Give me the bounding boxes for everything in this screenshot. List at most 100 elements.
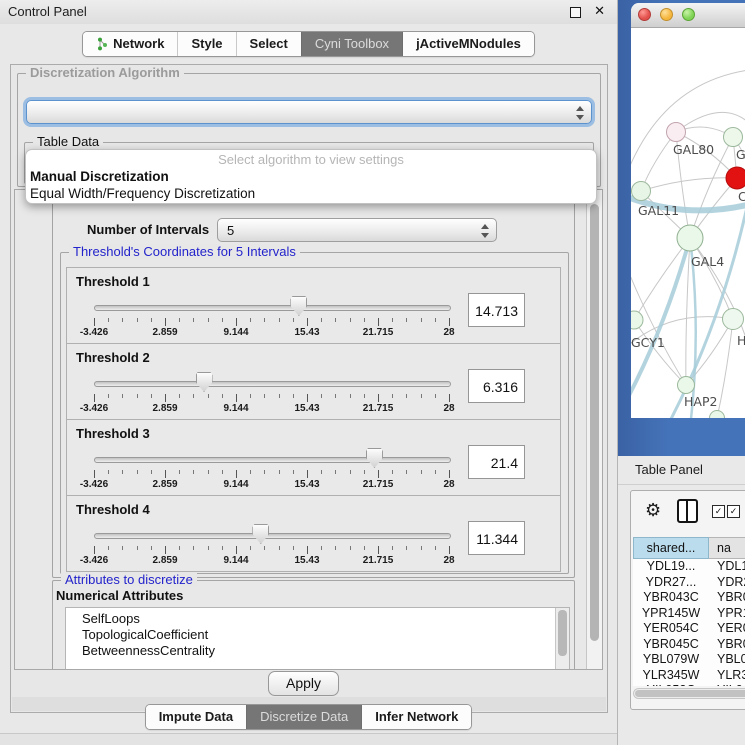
column-header-shared[interactable]: shared... (633, 537, 709, 559)
tab-network[interactable]: Network (83, 32, 177, 56)
threshold-value-input[interactable]: 6.316 (468, 369, 525, 403)
algorithm-option-equal-width[interactable]: Equal Width/Frequency Discretization (26, 186, 596, 203)
tick-label: 21.715 (363, 479, 394, 490)
table-cell-name[interactable]: YIL0 (709, 683, 745, 686)
threshold-slider-track[interactable] (94, 305, 451, 311)
network-edge[interactable] (641, 132, 676, 191)
threshold-slider-thumb[interactable] (366, 448, 383, 468)
node-h[interactable] (723, 309, 744, 330)
threshold-slider-thumb[interactable] (252, 524, 269, 544)
mac-minimize-button[interactable] (660, 8, 673, 21)
threshold-slider-thumb[interactable] (290, 296, 307, 316)
minor-tick (250, 318, 251, 322)
table-cell-shared-name[interactable]: YIL052C (633, 683, 709, 686)
node-gal4[interactable] (677, 225, 703, 251)
node-hap2[interactable] (678, 377, 695, 394)
tab-impute-data[interactable]: Impute Data (146, 705, 246, 729)
table-row[interactable]: YDL19...YDL1 (633, 559, 745, 575)
table-cell-shared-name[interactable]: YDR27... (633, 575, 709, 591)
network-edge[interactable] (634, 238, 690, 320)
table-row[interactable]: YBL079WYBL0 (633, 652, 745, 668)
minor-tick (435, 470, 436, 474)
slider-ticks: -3.4262.8599.14415.4321.71528 (94, 318, 449, 340)
network-canvas[interactable]: GAL80GACGAL11GAL4GCY1HHAP2 (631, 28, 745, 418)
settings-scrollbar[interactable] (586, 190, 602, 669)
table-horizontal-scrollbar[interactable] (633, 688, 745, 699)
float-window-icon[interactable] (570, 7, 581, 18)
list-item-selfloops[interactable]: SelfLoops (66, 608, 569, 627)
scrollbar-thumb[interactable] (635, 690, 745, 697)
table-row[interactable]: YER054CYER0 (633, 621, 745, 637)
tab-select[interactable]: Select (236, 32, 301, 56)
node-gal11[interactable] (632, 182, 651, 201)
checkbox-icon[interactable]: ✓ (712, 505, 725, 518)
table-cell-shared-name[interactable]: YBL079W (633, 652, 709, 668)
minor-tick (208, 394, 209, 398)
major-tick (94, 546, 95, 554)
network-edge[interactable] (717, 319, 733, 418)
table-cell-shared-name[interactable]: YBR043C (633, 590, 709, 606)
table-cell-name[interactable]: YPR1 (709, 606, 745, 622)
tick-label: 21.715 (363, 403, 394, 414)
table-cell-shared-name[interactable]: YPR145W (633, 606, 709, 622)
table-cell-name[interactable]: YBR0 (709, 637, 745, 653)
table-cell-name[interactable]: YDR2 (709, 575, 745, 591)
threshold-slider-thumb[interactable] (196, 372, 213, 392)
table-cell-name[interactable]: YER0 (709, 621, 745, 637)
tab-cyni-toolbox[interactable]: Cyni Toolbox (301, 32, 402, 56)
column-layout-icon[interactable] (677, 499, 698, 523)
tab-jactivemnodules[interactable]: jActiveMNodules (402, 32, 534, 56)
table-cell-name[interactable]: YLR3 (709, 668, 745, 684)
list-item-betweennesscentrality[interactable]: BetweennessCentrality (66, 643, 569, 659)
algorithm-dropdown[interactable] (26, 100, 592, 124)
table-cell-shared-name[interactable]: YDL19... (633, 559, 709, 575)
network-edge[interactable] (686, 238, 690, 385)
list-item-topologicalcoefficient[interactable]: TopologicalCoefficient (66, 627, 569, 643)
table-row[interactable]: YIL052CYIL0 (633, 683, 745, 686)
node-gcy1[interactable] (631, 311, 643, 329)
node-red[interactable] (726, 167, 745, 189)
threshold-value-input[interactable]: 14.713 (468, 293, 525, 327)
table-cell-shared-name[interactable]: YBR045C (633, 637, 709, 653)
table-row[interactable]: YBR043CYBR0 (633, 590, 745, 606)
checkbox-icon[interactable]: ✓ (727, 505, 740, 518)
algorithm-placeholder-option[interactable]: Select algorithm to view settings (26, 150, 596, 169)
close-icon[interactable]: ✕ (594, 3, 605, 19)
threshold-slider-track[interactable] (94, 533, 451, 539)
table-cell-name[interactable]: YBL0 (709, 652, 745, 668)
table-row[interactable]: YLR345WYLR3 (633, 668, 745, 684)
apply-button[interactable]: Apply (268, 671, 339, 696)
threshold-value-input[interactable]: 21.4 (468, 445, 525, 479)
tick-label: 28 (443, 555, 454, 566)
tab-discretize-data[interactable]: Discretize Data (246, 705, 361, 729)
network-edge[interactable] (641, 178, 737, 191)
column-header-name[interactable]: na (709, 537, 745, 559)
minor-tick (151, 394, 152, 398)
threshold-slider-track[interactable] (94, 457, 451, 463)
table-cell-shared-name[interactable]: YLR345W (633, 668, 709, 684)
mac-zoom-button[interactable] (682, 8, 695, 21)
node-top-right[interactable] (724, 128, 743, 147)
tick-label: -3.426 (80, 479, 108, 490)
node-bottom[interactable] (710, 411, 725, 419)
table-row[interactable]: YDR27...YDR2 (633, 575, 745, 591)
node-gal80[interactable] (667, 123, 686, 142)
tab-infer-network[interactable]: Infer Network (361, 705, 471, 729)
threshold-slider-track[interactable] (94, 381, 451, 387)
table-row[interactable]: YPR145WYPR1 (633, 606, 745, 622)
tab-style[interactable]: Style (177, 32, 235, 56)
list-scrollbar[interactable] (555, 608, 569, 670)
scrollbar-thumb[interactable] (590, 204, 599, 641)
table-cell-name[interactable]: YBR0 (709, 590, 745, 606)
threshold-value-input[interactable]: 11.344 (468, 521, 525, 555)
scrollbar-thumb[interactable] (558, 610, 567, 656)
tick-label: 21.715 (363, 555, 394, 566)
algorithm-option-manual[interactable]: Manual Discretization (26, 169, 596, 186)
mac-close-button[interactable] (638, 8, 651, 21)
table-cell-shared-name[interactable]: YER054C (633, 621, 709, 637)
table-cell-name[interactable]: YDL1 (709, 559, 745, 575)
gear-icon[interactable]: ⚙ (645, 500, 661, 521)
table-row[interactable]: YBR045CYBR0 (633, 637, 745, 653)
network-window-frame: GAL80GACGAL11GAL4GCY1HHAP2 (618, 0, 745, 456)
number-of-intervals-dropdown[interactable]: 5 (217, 218, 497, 242)
